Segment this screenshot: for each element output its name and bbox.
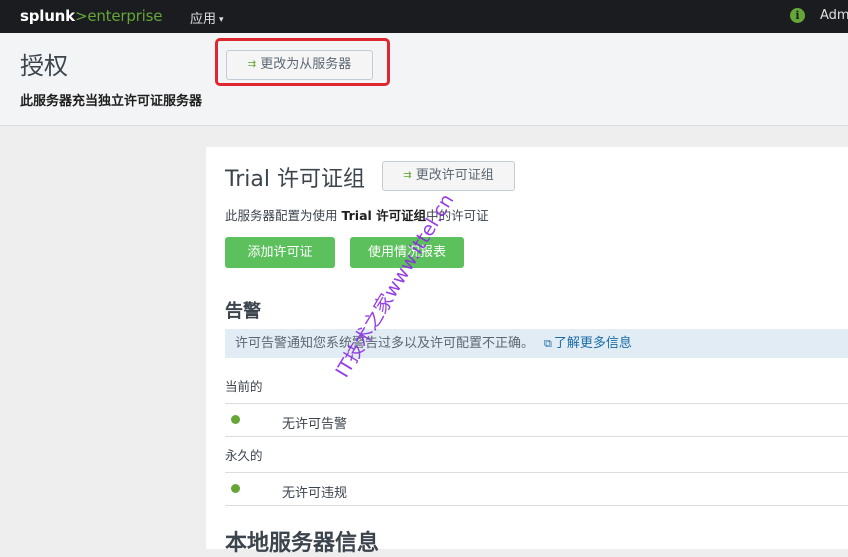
add-license-button[interactable]: 添加许可证 bbox=[225, 237, 335, 268]
permanent-alerts-label: 永久的 bbox=[225, 448, 263, 463]
current-alert-text: 无许可告警 bbox=[282, 417, 348, 432]
apps-menu-label: 应用 bbox=[190, 12, 217, 27]
status-ok-icon bbox=[231, 484, 240, 493]
logo-enterprise-text: enterprise bbox=[87, 7, 163, 25]
swap-icon: ⇉ bbox=[403, 170, 412, 181]
status-ok-icon bbox=[231, 415, 240, 424]
page-subtitle: 此服务器充当独立许可证服务器 bbox=[20, 94, 203, 109]
change-license-group-label: 更改许可证组 bbox=[415, 168, 494, 183]
config-prefix: 此服务器配置为使用 bbox=[225, 208, 342, 223]
learn-more-label: 了解更多信息 bbox=[553, 336, 632, 351]
user-menu[interactable]: Adm bbox=[820, 8, 848, 23]
change-to-slave-label: 更改为从服务器 bbox=[260, 57, 352, 72]
alerts-section-title: 告警 bbox=[225, 301, 261, 322]
learn-more-link[interactable]: ⧉ 了解更多信息 bbox=[544, 336, 632, 351]
permanent-alert-text: 无许可违规 bbox=[282, 486, 348, 501]
license-group-title: Trial 许可证组 bbox=[225, 167, 365, 192]
list-item: 无许可告警 bbox=[225, 403, 848, 437]
local-server-info-title: 本地服务器信息 bbox=[225, 531, 380, 556]
apps-menu[interactable]: 应用 ▾ bbox=[190, 8, 224, 27]
splunk-logo[interactable]: splunk>enterprise bbox=[20, 7, 162, 25]
page-header: 授权 此服务器充当独立许可证服务器 bbox=[0, 33, 848, 126]
alert-info-text: 许可告警通知您系统警告过多以及许可配置不正确。 bbox=[235, 336, 535, 351]
chevron-down-icon: ▾ bbox=[219, 15, 224, 25]
logo-splunk-text: splunk bbox=[20, 7, 75, 25]
page-title: 授权 bbox=[20, 52, 68, 80]
logo-gt-text: > bbox=[74, 7, 88, 25]
change-license-group-button[interactable]: ⇉ 更改许可证组 bbox=[382, 161, 515, 191]
license-panel: Trial 许可证组 ⇉ 更改许可证组 此服务器配置为使用 Trial 许可证组中… bbox=[206, 147, 848, 556]
info-icon[interactable]: i bbox=[790, 8, 805, 23]
current-alerts-label: 当前的 bbox=[225, 379, 263, 394]
top-navigation-bar: splunk>enterprise 应用 ▾ i Adm bbox=[0, 0, 848, 33]
list-item: 无许可违规 bbox=[225, 472, 848, 506]
external-link-icon: ⧉ bbox=[544, 337, 552, 350]
change-to-slave-button[interactable]: ⇉ 更改为从服务器 bbox=[226, 50, 373, 80]
config-group-name: Trial 许可证组 bbox=[341, 208, 427, 223]
swap-icon: ⇉ bbox=[247, 59, 257, 70]
license-alert-info-banner: 许可告警通知您系统警告过多以及许可配置不正确。 ⧉ 了解更多信息 bbox=[225, 329, 848, 358]
